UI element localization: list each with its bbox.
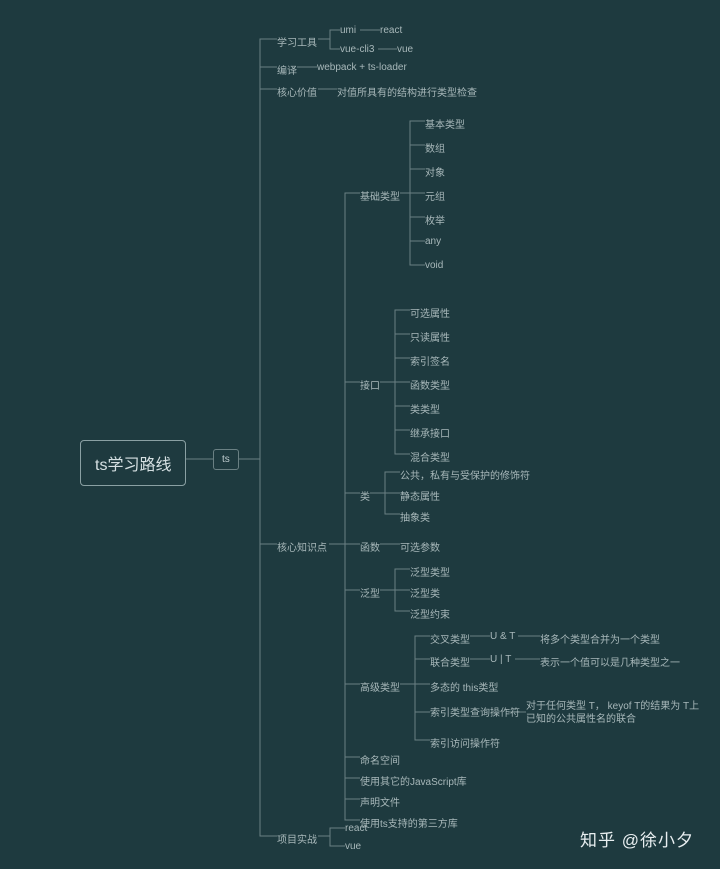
branch-project[interactable]: 项目实战 <box>277 831 317 846</box>
leaf-class-1[interactable]: 静态属性 <box>400 488 440 503</box>
branch-core-knowledge[interactable]: 核心知识点 <box>277 539 327 554</box>
node-umi-react[interactable]: react <box>380 25 402 36</box>
leaf-adv-3-note: 对于任何类型 T， keyof T的结果为 T上已知的公共属性名的联合 <box>526 700 706 726</box>
node-third-party[interactable]: 使用ts支持的第三方库 <box>360 815 458 830</box>
leaf-iface-4[interactable]: 类类型 <box>410 401 440 416</box>
leaf-adv-2[interactable]: 多态的 this类型 <box>430 679 498 694</box>
node-declaration[interactable]: 声明文件 <box>360 794 400 809</box>
leaf-class-2[interactable]: 抽象类 <box>400 509 430 524</box>
branch-study-tools[interactable]: 学习工具 <box>277 34 317 49</box>
node-basic-types[interactable]: 基础类型 <box>360 188 400 203</box>
leaf-iface-3[interactable]: 函数类型 <box>410 377 450 392</box>
leaf-class-0[interactable]: 公共，私有与受保护的修饰符 <box>400 467 530 482</box>
leaf-func-0[interactable]: 可选参数 <box>400 539 440 554</box>
node-vuecli3-vue[interactable]: vue <box>397 44 413 55</box>
sub-root-node[interactable]: ts <box>213 449 239 470</box>
leaf-basic-3[interactable]: 元组 <box>425 188 445 203</box>
node-webpack[interactable]: webpack + ts-loader <box>317 62 407 73</box>
leaf-proj-0[interactable]: react <box>345 823 367 834</box>
root-node[interactable]: ts学习路线 <box>80 440 186 486</box>
root-label: ts学习路线 <box>95 457 171 474</box>
node-interface[interactable]: 接口 <box>360 377 380 392</box>
leaf-basic-2[interactable]: 对象 <box>425 164 445 179</box>
node-generics[interactable]: 泛型 <box>360 585 380 600</box>
branch-compile[interactable]: 编译 <box>277 62 297 77</box>
node-vuecli3[interactable]: vue-cli3 <box>340 44 374 55</box>
leaf-gen-1[interactable]: 泛型类 <box>410 585 440 600</box>
node-core-value-desc[interactable]: 对值所具有的结构进行类型检查 <box>337 84 477 99</box>
leaf-adv-0[interactable]: 交叉类型 <box>430 631 470 646</box>
leaf-iface-0[interactable]: 可选属性 <box>410 305 450 320</box>
leaf-basic-1[interactable]: 数组 <box>425 140 445 155</box>
leaf-gen-0[interactable]: 泛型类型 <box>410 564 450 579</box>
attribution: 知乎 @徐小夕 <box>580 826 694 851</box>
leaf-basic-6[interactable]: void <box>425 260 443 271</box>
leaf-adv-1-sub[interactable]: U | T <box>490 654 511 665</box>
leaf-proj-1[interactable]: vue <box>345 841 361 852</box>
leaf-adv-3[interactable]: 索引类型查询操作符 <box>430 704 520 719</box>
leaf-adv-0-sub[interactable]: U & T <box>490 631 515 642</box>
leaf-iface-2[interactable]: 索引签名 <box>410 353 450 368</box>
leaf-iface-1[interactable]: 只读属性 <box>410 329 450 344</box>
sub-root-label: ts <box>222 454 230 465</box>
node-umi[interactable]: umi <box>340 25 356 36</box>
leaf-adv-0-note: 将多个类型合并为一个类型 <box>540 631 660 646</box>
leaf-gen-2[interactable]: 泛型约束 <box>410 606 450 621</box>
node-class[interactable]: 类 <box>360 488 370 503</box>
leaf-basic-5[interactable]: any <box>425 236 441 247</box>
leaf-basic-0[interactable]: 基本类型 <box>425 116 465 131</box>
leaf-iface-6[interactable]: 混合类型 <box>410 449 450 464</box>
leaf-basic-4[interactable]: 枚举 <box>425 212 445 227</box>
leaf-adv-4[interactable]: 索引访问操作符 <box>430 735 500 750</box>
leaf-adv-1-note: 表示一个值可以是几种类型之一 <box>540 654 680 669</box>
branch-core-value[interactable]: 核心价值 <box>277 84 317 99</box>
leaf-iface-5[interactable]: 继承接口 <box>410 425 450 440</box>
connector-lines <box>0 0 720 869</box>
node-function[interactable]: 函数 <box>360 539 380 554</box>
node-namespace[interactable]: 命名空间 <box>360 752 400 767</box>
node-other-js[interactable]: 使用其它的JavaScript库 <box>360 773 467 788</box>
leaf-adv-1[interactable]: 联合类型 <box>430 654 470 669</box>
node-advanced-types[interactable]: 高级类型 <box>360 679 400 694</box>
